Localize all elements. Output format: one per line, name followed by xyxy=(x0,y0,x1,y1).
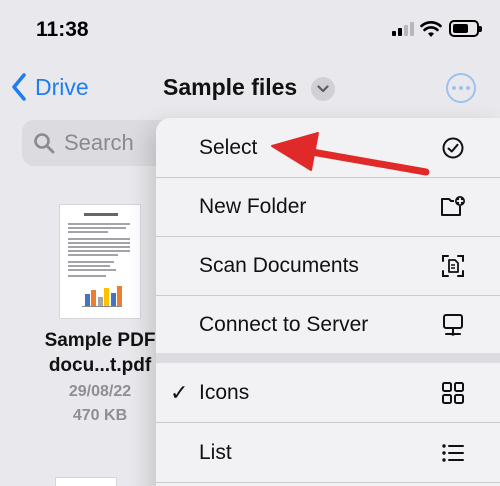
more-dot-icon xyxy=(452,86,456,90)
search-icon xyxy=(34,133,55,154)
grid-icon xyxy=(439,379,467,407)
server-icon xyxy=(439,311,467,339)
search-placeholder: Search xyxy=(64,130,134,155)
checkmark-icon: ✓ xyxy=(170,379,189,405)
chevron-down-icon[interactable] xyxy=(311,77,335,101)
menu-item-icons[interactable]: ✓ Icons xyxy=(156,363,500,422)
menu-item-scan-documents[interactable]: Scan Documents xyxy=(156,237,500,295)
folder-plus-icon xyxy=(439,193,467,221)
menu-item-connect-to-server[interactable]: Connect to Server xyxy=(156,296,500,353)
file-size: 470 KB xyxy=(72,407,128,424)
status-bar: 11:38 xyxy=(0,0,500,60)
file-thumbnail[interactable] xyxy=(56,478,116,486)
battery-icon xyxy=(449,20,482,37)
menu-item-select[interactable]: Select xyxy=(156,118,500,177)
file-name[interactable]: Sample PDF xyxy=(38,330,162,352)
menu-item-new-folder[interactable]: New Folder xyxy=(156,178,500,236)
menu-item-label: New Folder xyxy=(199,195,307,218)
cellular-signal-icon xyxy=(392,22,416,36)
menu-item-label: Select xyxy=(199,135,258,159)
menu-divider xyxy=(156,482,500,483)
menu-item-label: Connect to Server xyxy=(199,312,369,336)
checkmark-circle-icon xyxy=(439,134,467,162)
wifi-icon xyxy=(420,21,442,37)
view-options-menu: Select New Folder Scan Documents Connect… xyxy=(156,118,500,486)
menu-item-label: List xyxy=(199,440,232,464)
thumbnail-chart xyxy=(82,285,122,307)
page-title[interactable]: Sample files xyxy=(163,74,297,101)
file-date: 29/08/22 xyxy=(68,383,132,400)
more-dot-icon xyxy=(466,86,470,90)
back-button[interactable]: Drive xyxy=(10,72,89,102)
scan-document-icon xyxy=(439,252,467,280)
back-button-label: Drive xyxy=(35,73,89,100)
list-icon xyxy=(439,439,467,467)
menu-item-label: Icons xyxy=(199,380,250,404)
menu-item-list[interactable]: List xyxy=(156,423,500,482)
file-thumbnail[interactable] xyxy=(60,205,140,318)
status-time: 11:38 xyxy=(36,18,89,41)
chevron-left-icon xyxy=(12,73,26,101)
file-name-continued[interactable]: docu...t.pdf xyxy=(38,355,162,377)
more-options-button[interactable] xyxy=(446,73,476,103)
menu-item-label: Scan Documents xyxy=(199,254,359,277)
thumbnail-heading xyxy=(84,213,118,216)
more-dot-icon xyxy=(459,86,463,90)
menu-section-separator xyxy=(156,353,500,363)
